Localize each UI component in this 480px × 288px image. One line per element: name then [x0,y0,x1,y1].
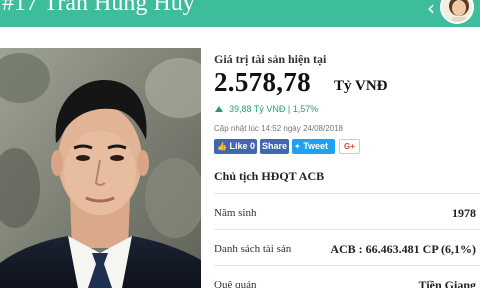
page-title: #17 Trần Hùng Huy [2,0,195,16]
birth-year-label: Năm sinh [214,207,257,219]
portrait-image [0,48,201,288]
net-worth-label: Giá trị tài sản hiện tại [214,52,327,66]
divider [214,229,480,230]
thumbs-up-icon: 👍 [217,142,227,151]
profile-header: #17 Trần Hùng Huy ‹ [0,0,480,27]
info-panel: Giá trị tài sản hiện tại 2.578,78 Tỷ VNĐ… [214,48,480,288]
twitter-bird-icon: ✦ [294,142,301,151]
divider [214,265,480,266]
header-spacer [0,27,480,48]
facebook-share-button[interactable]: Share [260,139,289,154]
net-worth-unit: Tỷ VNĐ [334,78,388,94]
chevron-left-icon[interactable]: ‹ [421,0,441,20]
job-position: Chủ tịch HĐQT ACB [214,169,325,183]
portrait-photo [0,48,201,288]
hometown-value: Tiền Giang [418,278,476,288]
like-label: Like 0 [229,141,255,151]
change-text: 39,88 Tỷ VNĐ | 1,57% [229,104,319,114]
facebook-like-button[interactable]: 👍 Like 0 [214,139,257,154]
divider [214,193,480,194]
arrow-up-icon [215,106,223,112]
avatar-icon[interactable] [440,0,474,24]
net-worth-change: 39,88 Tỷ VNĐ | 1,57% [214,104,318,114]
avatar-image [442,0,472,22]
assets-label: Danh sách tài sản [214,243,292,255]
google-plus-button[interactable]: G+ [339,139,360,154]
birth-year-value: 1978 [452,206,476,220]
hometown-label: Quê quán [214,279,257,288]
assets-value[interactable]: ACB : 66.463.481 CP (6,1%) [330,242,476,257]
twitter-tweet-button[interactable]: ✦ Tweet [292,139,335,154]
tweet-label: Tweet [303,141,329,151]
net-worth-value: 2.578,78 [214,67,311,97]
updated-timestamp: Cập nhật lúc 14:52 ngày 24/08/2018 [214,124,343,133]
